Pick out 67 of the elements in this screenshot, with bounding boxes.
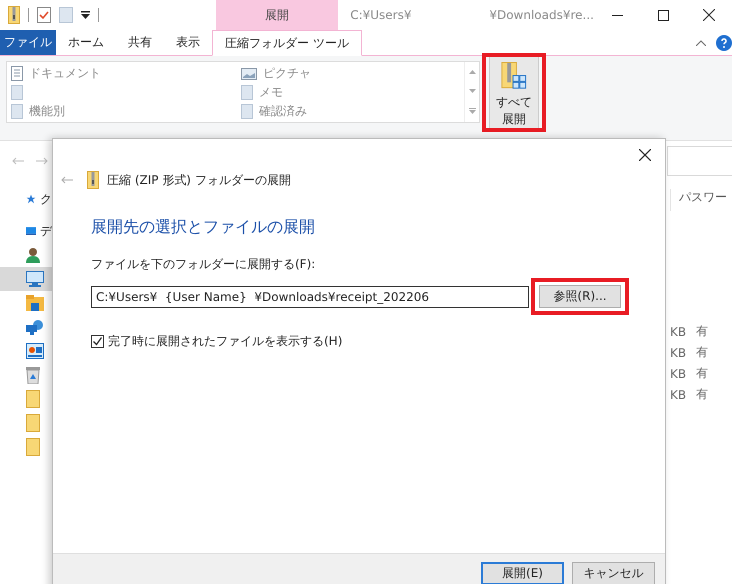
window-title: C:¥Users¥ — [350, 8, 412, 22]
field-label: ファイルを下のフォルダーに展開する(F): — [91, 256, 316, 273]
extract-button[interactable]: 展開(E) — [481, 562, 564, 584]
destination-item[interactable]: メモ — [241, 83, 460, 102]
back-icon[interactable] — [61, 176, 73, 184]
help-icon[interactable] — [716, 34, 732, 50]
folder-window-icon — [26, 295, 44, 311]
window-title: ¥Downloads¥re... — [489, 8, 594, 22]
minimize-icon[interactable] — [612, 14, 622, 16]
folder-icon — [26, 390, 40, 408]
size-cell-text: KB — [670, 346, 688, 360]
password-cell: 有 — [696, 344, 708, 361]
page-icon — [241, 104, 253, 119]
page-icon — [241, 85, 253, 100]
close-icon[interactable] — [639, 149, 651, 161]
cancel-button[interactable]: キャンセル — [572, 562, 655, 584]
page-icon — [11, 104, 23, 119]
maximize-icon[interactable] — [658, 10, 668, 20]
user-icon — [26, 247, 40, 263]
dialog-title: 圧縮 (ZIP 形式) フォルダーの展開 — [107, 172, 291, 188]
scroll-down-icon[interactable] — [468, 88, 476, 93]
browse-button[interactable]: 参照(R)... — [539, 285, 621, 308]
context-tab[interactable]: 展開 — [216, 0, 338, 30]
document-icon — [11, 66, 23, 81]
search-field[interactable] — [667, 146, 732, 176]
file-menu-tab[interactable]: ファイル — [0, 30, 56, 55]
dropdown-icon[interactable] — [81, 11, 90, 19]
desktop-icon — [26, 224, 36, 238]
collapse-ribbon-icon[interactable] — [696, 40, 706, 46]
control-panel-icon — [26, 343, 44, 359]
password-cell: 有 — [696, 365, 708, 382]
checkbox-label: 完了時に展開されたファイルを表示する(H) — [108, 333, 342, 350]
dialog-heading: 展開先の選択とファイルの展開 — [91, 217, 316, 238]
ribbon-tab[interactable]: 表示 — [164, 30, 212, 55]
nav-item[interactable] — [0, 267, 52, 291]
nav-item[interactable]: ク — [0, 187, 52, 211]
path-field[interactable]: C:¥Users¥ {User Name} ¥Downloads¥receipt_202206 — [91, 286, 529, 308]
ribbon-tab[interactable]: 圧縮フォルダー ツール — [212, 30, 362, 56]
network-icon — [26, 319, 44, 335]
destination-item[interactable]: ピクチャ — [241, 64, 460, 83]
zip-folder-icon — [87, 171, 99, 189]
nav-item[interactable]: デ — [0, 219, 52, 243]
recycle-bin-icon — [26, 366, 40, 384]
computer-icon — [26, 271, 44, 287]
gallery-expand-icon[interactable] — [468, 108, 476, 114]
zip-folder-icon — [8, 6, 20, 24]
forward-icon[interactable] — [36, 157, 48, 165]
destination-item[interactable]: 機能別 — [11, 102, 241, 121]
ribbon-tab[interactable]: 共有 — [116, 30, 164, 55]
size-cell-text: KB — [670, 388, 688, 402]
size-cell-text: KB — [670, 366, 688, 380]
size-cell-text: KB — [670, 324, 688, 338]
properties-icon[interactable] — [37, 7, 51, 23]
extract-all-button[interactable]: すべて 展開 — [489, 57, 539, 128]
destination-item[interactable]: 確認済み — [241, 102, 460, 121]
folder-icon — [26, 438, 40, 456]
picture-icon — [241, 68, 257, 80]
scroll-up-icon[interactable] — [468, 70, 476, 74]
ribbon-tab[interactable]: ホーム — [56, 30, 116, 55]
column-header[interactable]: パスワー — [670, 189, 732, 211]
checkbox[interactable] — [91, 335, 104, 348]
folder-icon — [26, 414, 40, 432]
password-cell: 有 — [696, 323, 708, 340]
destination-item[interactable]: ドキュメント — [11, 64, 241, 83]
password-cell: 有 — [696, 386, 708, 403]
close-icon[interactable] — [703, 9, 715, 21]
page-icon — [11, 85, 23, 100]
